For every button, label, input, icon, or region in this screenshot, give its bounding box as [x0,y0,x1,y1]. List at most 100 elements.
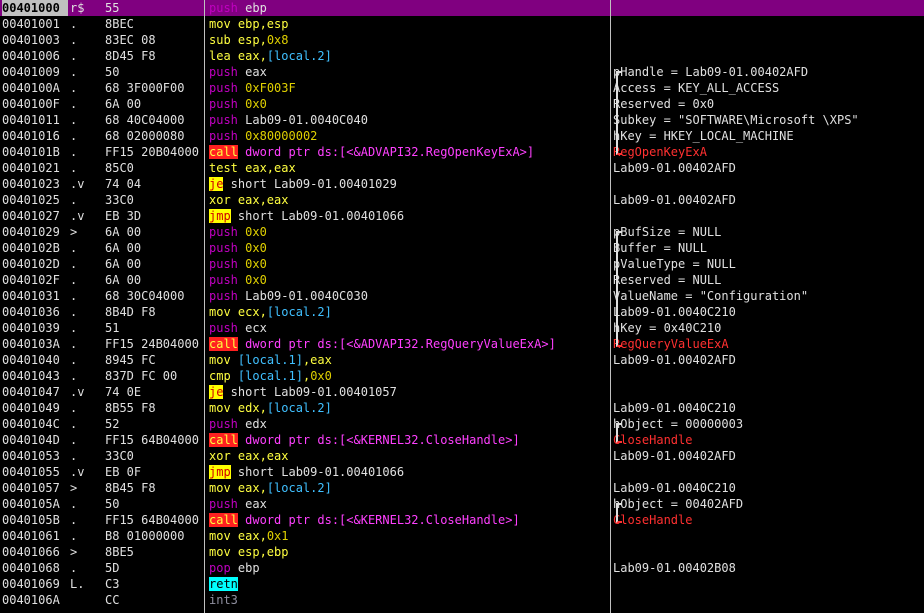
instruction-token: dword ptr ds:[<&ADVAPI32.RegOpenKeyExA>] [237,145,535,159]
address-cell: 00401001 [2,17,60,31]
argument-bracket [616,231,622,347]
comment-cell [613,208,923,224]
code-row[interactable]: 00401049. 8B55 F8 mov edx,[local.2] Lab09-0… [0,400,924,416]
code-row[interactable]: 00401039. 51 push ecx hKey = 0x40C210 [0,320,924,336]
instruction-cell: push 0x0 [209,256,609,272]
code-row[interactable]: 00401069 L. C3 retn [0,576,924,592]
code-row[interactable]: 00401029 >6A 00 push 0x0 pBufSize = NULL [0,224,924,240]
code-row[interactable]: 0040104C. 52 push edx hObject = 00000003 [0,416,924,432]
code-row[interactable]: 0040100A. 68 3F000F00 push 0xF003F Access =… [0,80,924,96]
hex-bytes-cell: B8 01000000 [105,529,185,543]
instruction-token: eax, [230,481,267,495]
instruction-token: ecx [245,321,267,335]
instruction-cell: push eax [209,64,609,80]
code-row[interactable]: 00401061. B8 01000000 mov eax,0x1 [0,528,924,544]
code-row[interactable]: 00401053. 33C0 xor eax,eax Lab09-01.00402AF… [0,448,924,464]
instruction-cell: push ecx [209,320,609,336]
flow-marker: . [70,65,78,79]
code-row[interactable]: 00401009. 50 push eax pHandle = Lab09-01.00… [0,64,924,80]
hex-bytes-cell: 8B45 F8 [105,481,156,495]
instruction-token: push [209,65,238,79]
code-row[interactable]: 00401055 .v EB 0F jmp short Lab09-01.004010… [0,464,924,480]
flow-marker: . [70,49,78,63]
disassembly-pane[interactable]: 00401000 r$ 55 push ebp 00401001. 8BEC mov ebp… [0,0,924,613]
instruction-token: Lab09-01.0040C030 [245,289,368,303]
hex-bytes-cell: 8BEC [105,17,134,31]
instruction-cell: jmp short Lab09-01.00401066 [209,208,609,224]
instruction-token: push [209,241,238,255]
instruction-token: ebp [237,561,260,575]
instruction-token: 0x0 [245,241,267,255]
code-row[interactable]: 00401025. 33C0 xor eax,eax Lab09-01.00402AF… [0,192,924,208]
code-row[interactable]: 0040100F. 6A 00 push 0x0 Reserved = 0x0 [0,96,924,112]
code-row[interactable]: 00401000 r$ 55 push ebp [0,0,924,16]
instruction-token: eax, [230,529,267,543]
code-row[interactable]: 00401023 .v 74 04 je short Lab09-01.0040102… [0,176,924,192]
code-row[interactable]: 00401006. 8D45 F8 lea eax,[local.2] [0,48,924,64]
address-cell: 0040104C [2,417,60,431]
instruction-token: jmp [209,209,231,223]
comment-cell: CloseHandle [613,433,693,447]
address-cell: 0040100F [2,97,60,111]
code-row[interactable]: 00401021. 85C0 test eax,eax Lab09-01.00402A… [0,160,924,176]
code-row[interactable]: 0040101B. FF15 20B04000 call dword ptr ds:… [0,144,924,160]
flow-marker: .v [70,465,85,479]
code-row[interactable]: 00401036. 8B4D F8 mov ecx,[local.2] Lab09-0… [0,304,924,320]
code-row[interactable]: 00401027 .v EB 3D jmp short Lab09-01.004010… [0,208,924,224]
comment-cell: Reserved = 0x0 [613,97,715,111]
instruction-cell: xor eax,eax [209,448,609,464]
code-row[interactable]: 0040102D. 6A 00 push 0x0 pValueType = NULL [0,256,924,272]
hex-bytes-cell: FF15 24B04000 [105,337,199,351]
hex-bytes-cell: 837D FC 00 [105,369,178,383]
hex-bytes-cell: EB 3D [105,209,142,223]
code-row[interactable]: 00401001. 8BEC mov ebp,esp [0,16,924,32]
instruction-token: xor [209,449,231,463]
code-row[interactable]: 00401047 .v 74 0E je short Lab09-01.0040105… [0,384,924,400]
code-row[interactable]: 00401057 >8B45 F8 mov eax,[local.2] Lab09-0… [0,480,924,496]
hex-bytes-cell: 50 [105,497,120,511]
code-row[interactable]: 0040102B. 6A 00 push 0x0 Buffer = NULL [0,240,924,256]
instruction-cell: push 0x0 [209,240,609,256]
instruction-cell: mov eax,0x1 [209,528,609,544]
instruction-token: xor [209,193,231,207]
flow-marker: . [70,529,78,543]
comment-cell: RegQueryValueExA [613,337,729,351]
code-row[interactable]: 0040104D. FF15 64B04000 call dword ptr ds:… [0,432,924,448]
code-row[interactable]: 00401068. 5D pop ebp Lab09-01.00402B08 [0,560,924,576]
code-row[interactable]: 0040102F. 6A 00 push 0x0 Reserved = NULL [0,272,924,288]
code-row[interactable]: 00401040. 8945 FC mov [local.1],eax Lab09-0… [0,352,924,368]
instruction-cell: call dword ptr ds:[<&ADVAPI32.RegQueryVa… [209,336,609,352]
comment-cell: Subkey = "SOFTWARE\Microsoft \XPS" [613,113,859,127]
flow-marker: > [70,545,78,559]
instruction-token: push [209,273,238,287]
instruction-token: sub [209,33,231,47]
address-cell: 00401047 [2,385,60,399]
code-row[interactable]: 0040105A. 50 push eax hObject = 00402AFD [0,496,924,512]
address-cell: 0040105B [2,513,60,527]
code-row[interactable]: 00401016. 68 02000080 push 0x80000002 hKey … [0,128,924,144]
hex-bytes-cell: 74 04 [105,177,142,191]
code-row[interactable]: 00401066 >8BE5 mov esp,ebp [0,544,924,560]
code-row[interactable]: 0040106A CC int3 [0,592,924,608]
instruction-cell: je short Lab09-01.00401057 [209,384,609,400]
code-row[interactable]: 00401031. 68 30C04000 push Lab09-01.0040C0… [0,288,924,304]
instruction-token: push [209,113,238,127]
comment-cell: hObject = 00000003 [613,417,744,431]
flow-marker: .v [70,209,85,223]
comment-cell: Lab09-01.00402AFD [613,161,736,175]
code-row[interactable]: 0040105B. FF15 64B04000 call dword ptr ds:… [0,512,924,528]
comment-cell: Reserved = NULL [613,273,722,287]
instruction-token: 0xF003F [245,81,296,95]
address-cell: 00401055 [2,465,60,479]
hex-bytes-cell: 50 [105,65,120,79]
code-row[interactable]: 0040103A. FF15 24B04000 call dword ptr ds:… [0,336,924,352]
flow-marker: . [70,449,78,463]
code-row[interactable]: 00401003. 83EC 08 sub esp,0x8 [0,32,924,48]
code-row[interactable]: 00401043. 837D FC 00 cmp [local.1],0x0 [0,368,924,384]
comment-cell: Lab09-01.0040C210 [613,305,736,319]
instruction-token: ebp [245,1,267,15]
address-cell: 0040100A [2,81,60,95]
flow-marker: . [70,241,78,255]
address-cell: 00401053 [2,449,60,463]
code-row[interactable]: 00401011. 68 40C04000 push Lab09-01.0040C0… [0,112,924,128]
